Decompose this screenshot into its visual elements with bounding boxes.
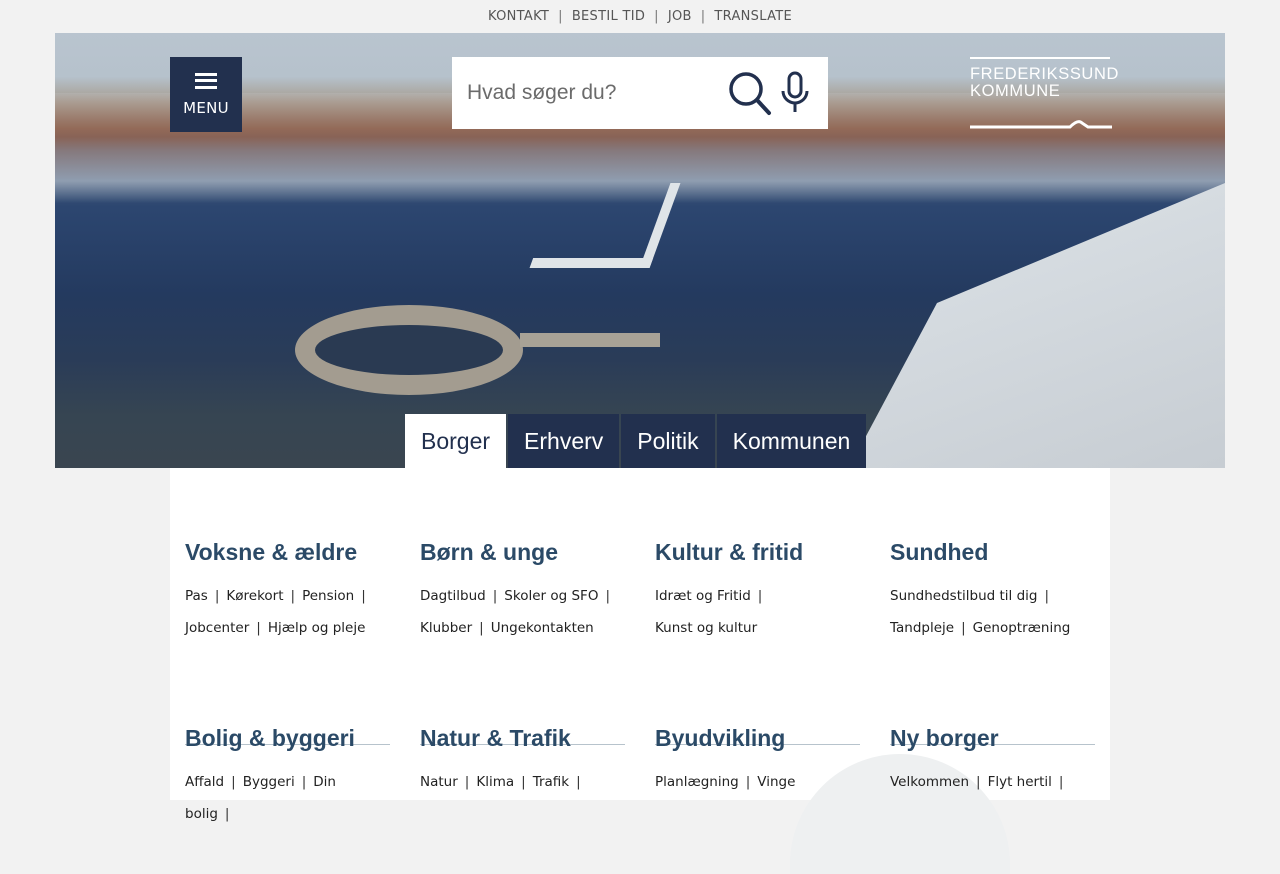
link-separator: | [976, 774, 981, 790]
link-separator: | [361, 588, 366, 604]
category-title[interactable]: Kultur & fritid [655, 538, 860, 566]
category-title[interactable]: Voksne & ældre [185, 538, 390, 566]
topbar-link-bestil-tid[interactable]: BESTIL TID [572, 9, 645, 24]
link-byggeri[interactable]: Byggeri [243, 774, 295, 790]
link-flyt-hertil[interactable]: Flyt hertil [988, 774, 1052, 790]
category-ny-borger: Ny borger Velkommen | Flyt hertil | [890, 724, 1095, 798]
frederikssund-logo[interactable]: FREDERIKSSUND KOMMUNE [970, 57, 1119, 132]
logo-wave-icon [970, 120, 1112, 129]
link-vinge[interactable]: Vinge [757, 774, 795, 790]
category-natur-trafik: Natur & Trafik Natur | Klima | Trafik | [420, 724, 625, 798]
link-tandpleje[interactable]: Tandpleje [890, 620, 954, 636]
link-separator: | [290, 588, 296, 604]
hero-pier [520, 333, 660, 347]
link-separator: | [256, 620, 261, 636]
category-kultur-fritid: Kultur & fritid Idræt og Fritid | Kunst o… [655, 538, 860, 745]
category-sundhed: Sundhed Sundhedstilbud til dig | Tandplej… [890, 538, 1095, 745]
link-separator: | [464, 774, 470, 790]
tab-kommunen[interactable]: Kommunen [716, 414, 867, 468]
link-separator: | [605, 588, 611, 604]
logo-text-line1: FREDERIKSSUND [970, 65, 1119, 83]
tab-politik[interactable]: Politik [621, 414, 715, 468]
category-title[interactable]: Sundhed [890, 538, 1095, 566]
link-pension[interactable]: Pension [302, 588, 354, 604]
link-klubber[interactable]: Klubber [420, 620, 472, 636]
topbar-separator: | [654, 9, 659, 24]
menu-label: MENU [183, 98, 229, 117]
category-links: Dagtilbud | Skoler og SFO | Klubber | Ungekon… [420, 580, 625, 644]
search-input[interactable] [452, 81, 712, 105]
link-separator: | [757, 588, 763, 604]
category-born-unge: Børn & unge Dagtilbud | Skoler og SFO | Klu… [420, 538, 625, 745]
search-icon[interactable] [728, 71, 772, 121]
category-links: Planlægning | Vinge [655, 766, 860, 798]
tab-erhverv[interactable]: Erhverv [508, 414, 620, 468]
audience-tabs: Borger Erhverv Politik Kommunen [405, 414, 868, 468]
category-links: Pas | Kørekort | Pension | Jobcenter | Hjælp og… [185, 580, 390, 644]
link-genoptraening[interactable]: Genoptræning [973, 620, 1071, 636]
link-separator: | [521, 774, 526, 790]
link-planlaegning[interactable]: Planlægning [655, 774, 739, 790]
category-grid: Voksne & ældre Pas | Kørekort | Pension | Job… [170, 468, 1110, 874]
link-separator: | [301, 774, 307, 790]
link-separator: | [224, 806, 230, 822]
topbar-separator: | [558, 9, 563, 24]
link-separator: | [479, 620, 484, 636]
link-separator: | [1044, 588, 1050, 604]
link-kunst-og-kultur[interactable]: Kunst og kultur [655, 620, 757, 636]
logo-top-line [970, 57, 1110, 59]
category-links: Affald | Byggeri | Din bolig | [185, 766, 390, 830]
link-separator: | [576, 774, 581, 790]
category-title[interactable]: Byudvikling [655, 724, 860, 752]
link-separator: | [745, 774, 751, 790]
category-title[interactable]: Ny borger [890, 724, 1095, 752]
link-hjaelp-og-pleje[interactable]: Hjælp og pleje [268, 620, 366, 636]
link-sundhedstilbud[interactable]: Sundhedstilbud til dig [890, 588, 1037, 604]
category-links: Idræt og Fritid | Kunst og kultur [655, 580, 860, 644]
link-velkommen[interactable]: Velkommen [890, 774, 969, 790]
link-pas[interactable]: Pas [185, 588, 208, 604]
category-voksne-aeldre: Voksne & ældre Pas | Kørekort | Pension | Job… [185, 538, 390, 745]
link-idraet-og-fritid[interactable]: Idræt og Fritid [655, 588, 751, 604]
category-links: Velkommen | Flyt hertil | [890, 766, 1095, 798]
topbar-separator: | [700, 9, 706, 24]
link-trafik[interactable]: Trafik [533, 774, 569, 790]
link-natur[interactable]: Natur [420, 774, 458, 790]
link-separator: | [1058, 774, 1064, 790]
tab-borger[interactable]: Borger [405, 414, 507, 468]
logo-text-line2: KOMMUNE [970, 82, 1061, 100]
category-title[interactable]: Bolig & byggeri [185, 724, 390, 752]
topbar-link-job[interactable]: JOB [668, 9, 692, 24]
utility-nav: KONTAKT | BESTIL TID | JOB | TRANSLATE [0, 0, 1280, 33]
category-title[interactable]: Børn & unge [420, 538, 625, 566]
category-links: Natur | Klima | Trafik | [420, 766, 625, 798]
category-bolig-byggeri: Bolig & byggeri Affald | Byggeri | Din bolig… [185, 724, 390, 830]
link-separator: | [961, 620, 966, 636]
category-links: Sundhedstilbud til dig | Tandpleje | Genopt… [890, 580, 1095, 644]
link-skoler-og-sfo[interactable]: Skoler og SFO [504, 588, 598, 604]
category-byudvikling: Byudvikling Planlægning | Vinge [655, 724, 860, 798]
link-separator: | [492, 588, 498, 604]
hamburger-icon [195, 72, 217, 89]
link-affald[interactable]: Affald [185, 774, 224, 790]
search-box [452, 57, 828, 129]
link-separator: | [214, 588, 220, 604]
link-korekort[interactable]: Kørekort [226, 588, 283, 604]
link-separator: | [231, 774, 236, 790]
link-dagtilbud[interactable]: Dagtilbud [420, 588, 486, 604]
link-klima[interactable]: Klima [476, 774, 514, 790]
hero-ring-bath [295, 305, 523, 395]
microphone-icon[interactable] [780, 71, 810, 119]
link-jobcenter[interactable]: Jobcenter [185, 620, 249, 636]
link-ungekontakten[interactable]: Ungekontakten [491, 620, 594, 636]
category-title[interactable]: Natur & Trafik [420, 724, 625, 752]
menu-button[interactable]: MENU [170, 57, 242, 132]
topbar-link-translate[interactable]: TRANSLATE [714, 9, 792, 24]
topbar-link-kontakt[interactable]: KONTAKT [488, 9, 549, 24]
